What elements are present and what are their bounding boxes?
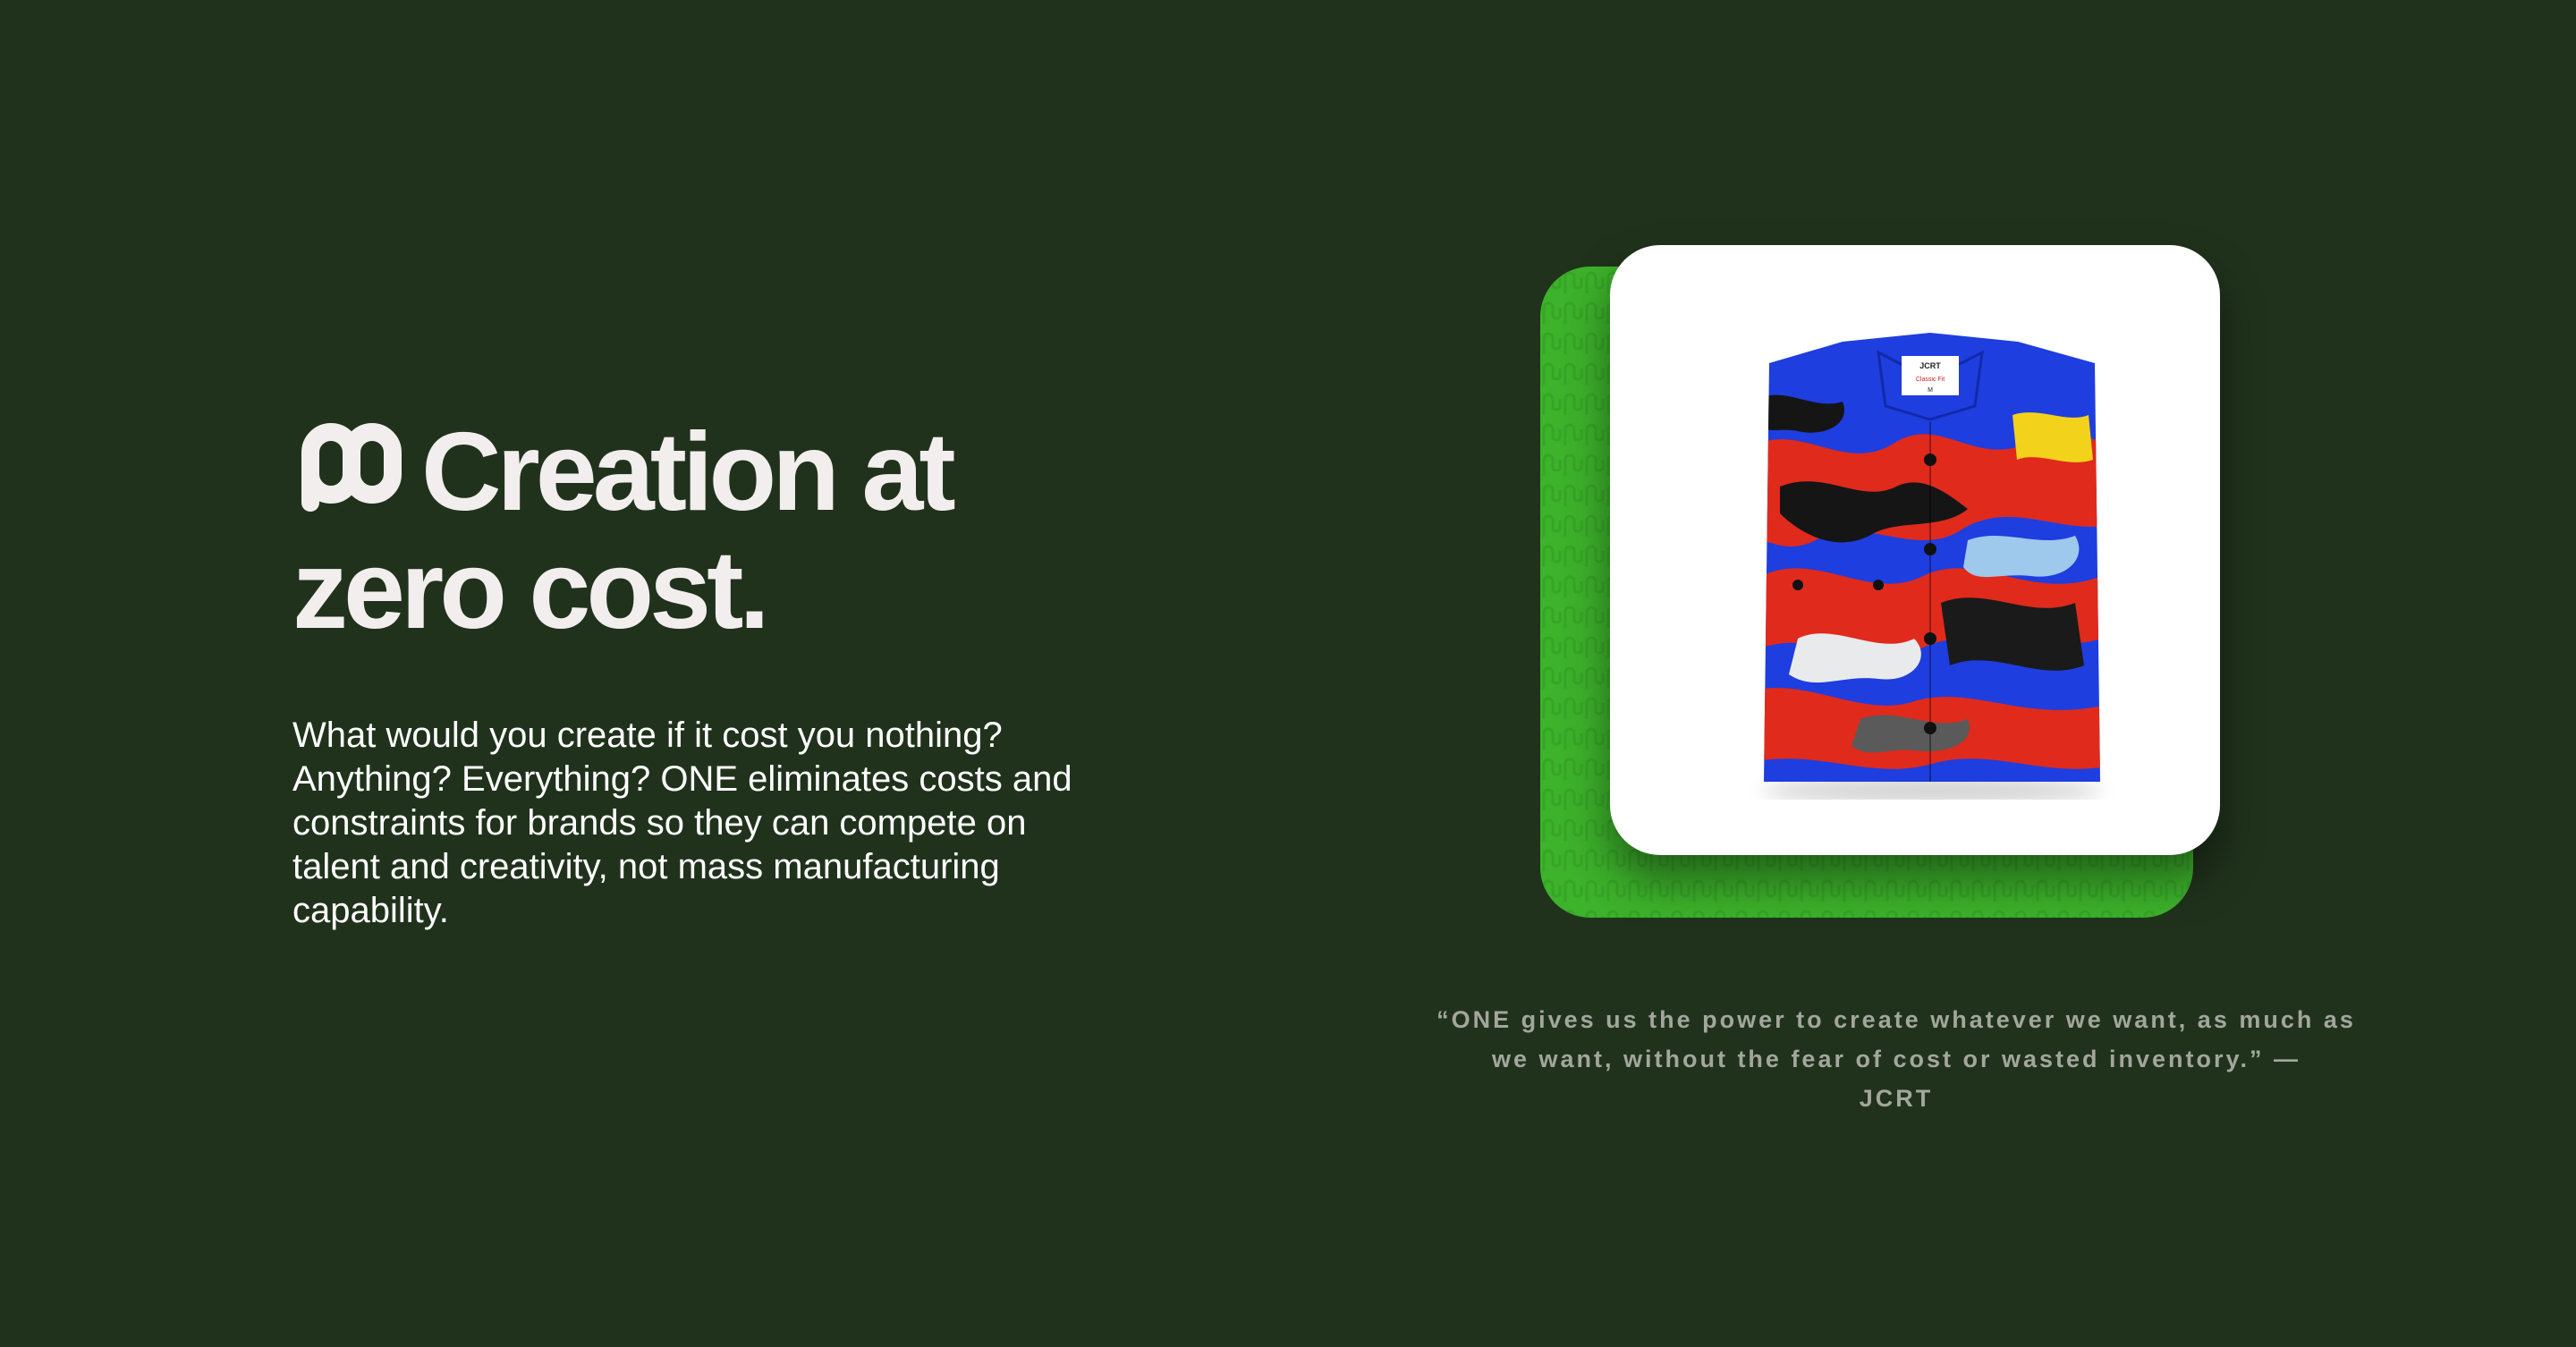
testimonial-attribution: JCRT xyxy=(1859,1085,1934,1112)
shirt-label xyxy=(1902,356,1959,395)
page-title: Creation at zero cost. xyxy=(292,413,1097,649)
one-logo-pattern xyxy=(1540,267,2193,918)
one-logo-icon xyxy=(301,423,402,512)
testimonial-quote: “ONE gives us the power to create whatev… xyxy=(1422,1000,2370,1118)
camo-shirt-image: JCRT Classic Fit M xyxy=(1762,333,2102,800)
pattern-card xyxy=(1540,267,2193,918)
shirt-label-brand: JCRT xyxy=(1919,361,1941,370)
title-line-1: Creation at xyxy=(421,411,956,534)
product-card: JCRT Classic Fit M xyxy=(1610,245,2220,855)
product-visual: JCRT Classic Fit M xyxy=(0,0,2576,1347)
testimonial-text: “ONE gives us the power to create whatev… xyxy=(1436,1006,2356,1072)
hero: Creation at zero cost. xyxy=(292,413,1097,649)
shirt-label-fit: Classic Fit xyxy=(1916,377,1945,383)
title-line-2: zero cost. xyxy=(292,529,770,652)
hero-description: What would you create if it cost you not… xyxy=(292,716,1072,930)
shirt-label-size: M xyxy=(1928,387,1933,394)
